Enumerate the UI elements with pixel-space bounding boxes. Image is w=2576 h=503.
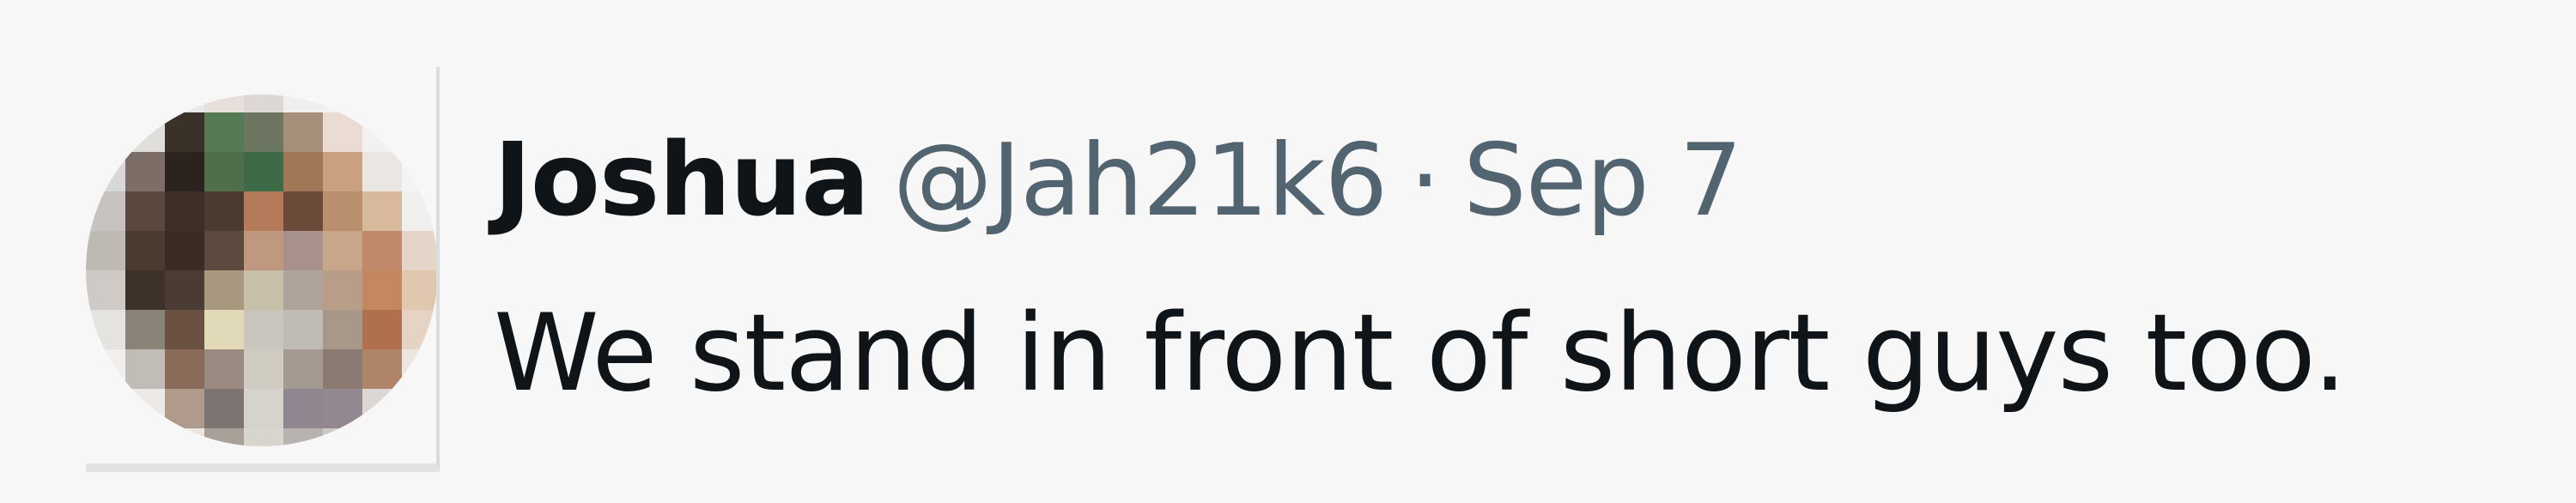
avatar-pixel (323, 428, 363, 446)
avatar-pixel (204, 428, 245, 446)
avatar-pixel (362, 112, 403, 153)
tweet-date[interactable]: Sep 7 (1463, 123, 1742, 239)
avatar-pixel (323, 152, 363, 192)
avatar-pixel (86, 94, 126, 113)
avatar-pixel (204, 349, 245, 390)
avatar-pixel (204, 152, 245, 192)
avatar-pixel (125, 112, 166, 153)
avatar-pixel (165, 152, 205, 192)
avatar-pixel (283, 152, 324, 192)
avatar-pixel (323, 310, 363, 350)
avatar-pixel (244, 191, 284, 232)
avatar-pixel (165, 270, 205, 311)
avatar-pixel (204, 191, 245, 232)
avatar-pixel (165, 94, 205, 113)
avatar-pixel (323, 94, 363, 113)
avatar-pixel (323, 231, 363, 271)
avatar-pixel (244, 389, 284, 429)
avatar-pixel (283, 428, 324, 446)
avatar-pixel (125, 270, 166, 311)
avatar-pixel (125, 310, 166, 350)
avatar-pixel (323, 349, 363, 390)
avatar-pixel (362, 428, 403, 446)
avatar-pixel (283, 112, 324, 153)
avatar-pixel (402, 152, 438, 192)
avatar-pixel (165, 231, 205, 271)
avatar-pixel (165, 310, 205, 350)
avatar-pixel (283, 191, 324, 232)
avatar-pixel (125, 191, 166, 232)
avatar-pixel (204, 270, 245, 311)
avatar-pixel (204, 112, 245, 153)
avatar-pixel (86, 389, 126, 429)
avatar-pixel (283, 270, 324, 311)
avatar-pixel (125, 389, 166, 429)
avatar-pixel (402, 389, 438, 429)
avatar-pixel (165, 112, 205, 153)
tweet-header: Joshua @Jah21k6 · Sep 7 (494, 120, 1742, 240)
avatar-pixel (86, 231, 126, 271)
avatar-pixel (362, 231, 403, 271)
avatar-pixel (402, 112, 438, 153)
avatar-pixel (204, 389, 245, 429)
avatar-pixel (283, 310, 324, 350)
avatar-pixel (165, 389, 205, 429)
avatar-pixel (86, 310, 126, 350)
avatar-pixel (244, 152, 284, 192)
avatar[interactable] (86, 69, 447, 472)
avatar-pixel (86, 270, 126, 311)
avatar-pixel (165, 191, 205, 232)
avatar-pixel (165, 428, 205, 446)
avatar-pixel (402, 428, 438, 446)
avatar-pixel (283, 231, 324, 271)
avatar-pixel (125, 152, 166, 192)
avatar-pixel (86, 191, 126, 232)
avatar-pixel (323, 112, 363, 153)
avatar-pixel (244, 270, 284, 311)
avatar-pixel (362, 310, 403, 350)
avatar-pixel (244, 231, 284, 271)
avatar-pixel (402, 349, 438, 390)
avatar-pixel (402, 310, 438, 350)
avatar-pixel (362, 349, 403, 390)
tweet-card[interactable]: Joshua @Jah21k6 · Sep 7 We stand in fron… (0, 0, 2576, 503)
avatar-pixel (362, 389, 403, 429)
avatar-pixel (204, 231, 245, 271)
avatar-pixel (204, 94, 245, 113)
avatar-pixel (244, 112, 284, 153)
avatar-pixel (125, 428, 166, 446)
avatar-pixel (362, 94, 403, 113)
avatar-pixel (283, 389, 324, 429)
avatar-pixel (244, 349, 284, 390)
avatar-pixel (125, 231, 166, 271)
avatar-pixel (125, 349, 166, 390)
user-handle[interactable]: @Jah21k6 (893, 123, 1388, 239)
avatar-pixel (362, 191, 403, 232)
avatar-pixel (402, 191, 438, 232)
avatar-pixel (402, 270, 438, 311)
avatar-pixel (402, 94, 438, 113)
avatar-pixel (204, 310, 245, 350)
avatar-pixel (323, 389, 363, 429)
avatar-pixel (244, 310, 284, 350)
avatar-pixel (244, 428, 284, 446)
avatar-pixel (165, 349, 205, 390)
avatar-pixel (125, 94, 166, 113)
avatar-pixel (283, 349, 324, 390)
avatar-pixel (283, 94, 324, 113)
avatar-pixel (362, 152, 403, 192)
avatar-pixel (323, 270, 363, 311)
avatar-pixel (244, 94, 284, 113)
avatar-pixel (86, 428, 126, 446)
avatar-pixel (86, 112, 126, 153)
avatar-pixel (362, 270, 403, 311)
tweet-text: We stand in front of short guys too. (494, 292, 2347, 415)
display-name[interactable]: Joshua (494, 120, 870, 239)
avatar-pixel (402, 231, 438, 271)
avatar-pixel (86, 152, 126, 192)
avatar-pixel (86, 349, 126, 390)
separator-dot: · (1409, 123, 1442, 239)
avatar-pixel (323, 191, 363, 232)
